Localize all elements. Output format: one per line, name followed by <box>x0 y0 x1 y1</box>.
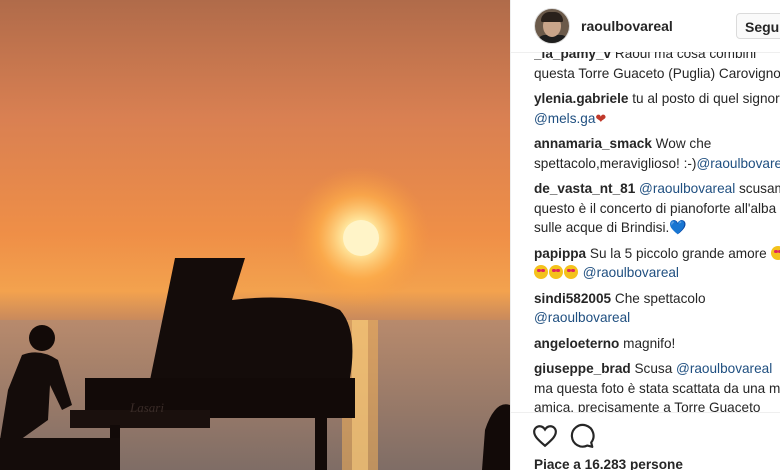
heart-icon[interactable] <box>532 423 558 449</box>
comment-username[interactable]: angeloeterno <box>534 336 619 351</box>
comment-text: Che spettacolo <box>614 290 706 306</box>
comment-item: giuseppe_brad Scusa @raoulbovareal ma qu… <box>534 359 780 412</box>
comment-username[interactable]: giuseppe_brad <box>534 361 631 376</box>
heart-eyes-emoji-icon <box>770 245 780 260</box>
comment-mention[interactable]: @raoulbovareal <box>534 310 630 325</box>
comment-item: annamaria_smack Wow che spettacolo,merav… <box>534 134 780 173</box>
heart-emoji-icon: ❤ <box>595 110 607 126</box>
post-sidebar: raoulbovareal Segui _la_pamy_v Raoul ma … <box>510 0 780 470</box>
heart-eyes-emoji-icon <box>534 265 548 279</box>
comment-mention[interactable]: @raoulbovareal <box>639 181 735 196</box>
instagram-post: Lasari raoulbovareal Segui _la_pamy_v Ra… <box>0 0 780 470</box>
comment-text: ma questa foto è stata scattata da una m… <box>534 380 780 413</box>
comment-mention[interactable]: @raoulbovareal <box>696 156 780 171</box>
comment-item: papippa Su la 5 piccolo grande amore @ra… <box>534 244 780 283</box>
comment-mention[interactable]: @raoulbovareal <box>676 361 772 376</box>
heart-eyes-emoji-icon <box>549 265 563 279</box>
comment-username[interactable]: papippa <box>534 246 586 261</box>
comments-list[interactable]: _la_pamy_v Raoul ma cosa combini questa … <box>534 52 780 412</box>
comment-mention[interactable]: @mels.ga <box>534 111 595 126</box>
comment-username[interactable]: sindi582005 <box>534 291 611 306</box>
heart-eyes-emoji-icon <box>564 265 578 279</box>
comment-item: sindi582005 Che spettacolo @raoulbovarea… <box>534 289 780 328</box>
comment-item: angeloeterno magnifo! <box>534 334 780 354</box>
comment-mention[interactable]: @raoulbovareal <box>583 265 679 280</box>
comment-username[interactable]: _la_pamy_v <box>534 52 611 61</box>
comment-text: Su la 5 piccolo grande amore <box>589 245 767 261</box>
likes-count[interactable]: Piace a 16.283 persone <box>534 457 683 470</box>
comment-text: tu al posto di quel signore <box>632 91 780 106</box>
comment-item: de_vasta_nt_81 @raoulbovareal scusami qu… <box>534 179 780 238</box>
blue-heart-emoji-icon: 💙 <box>669 219 687 235</box>
comment-username[interactable]: annamaria_smack <box>534 136 652 151</box>
post-username[interactable]: raoulbovareal <box>581 18 673 34</box>
comment-item: ylenia.gabriele tu al posto di quel sign… <box>534 89 780 128</box>
comment-username[interactable]: de_vasta_nt_81 <box>534 181 635 196</box>
comment-text: Scusa <box>634 361 673 376</box>
follow-button[interactable]: Segui <box>736 13 780 39</box>
avatar[interactable] <box>534 8 570 44</box>
piano-brand-text: Lasari <box>129 400 164 415</box>
post-header: raoulbovareal Segui <box>511 0 780 53</box>
post-actions: Piace a 16.283 persone <box>511 412 780 470</box>
comment-text: magnifo! <box>623 335 676 351</box>
comment-icon[interactable] <box>569 423 595 449</box>
comment-username[interactable]: ylenia.gabriele <box>534 91 628 106</box>
post-photo[interactable]: Lasari <box>0 0 510 470</box>
sunset-piano-image: Lasari <box>0 0 510 470</box>
comment-item: _la_pamy_v Raoul ma cosa combini questa … <box>534 52 780 83</box>
